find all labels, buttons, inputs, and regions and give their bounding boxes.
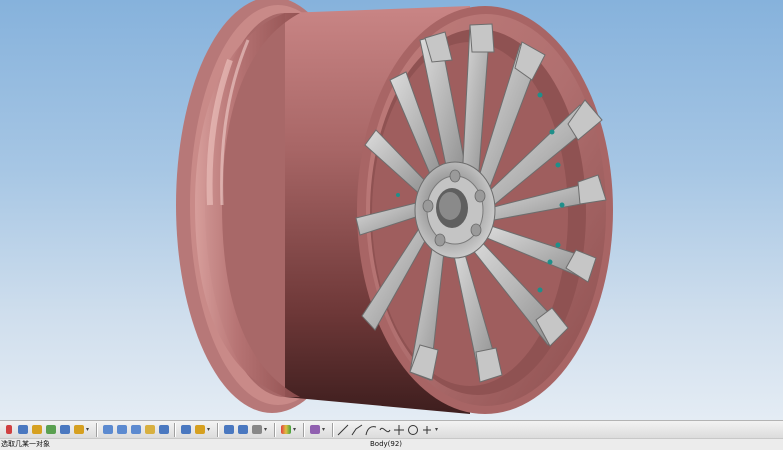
snap-quad-icon[interactable] xyxy=(72,423,85,436)
view-front-icon[interactable] xyxy=(101,423,114,436)
bottom-toolbar: ▾ ▾ ▾ ▾ ▾ ▾ xyxy=(0,420,783,439)
toolbar-separator xyxy=(174,422,176,437)
analysis-dropdown-icon[interactable]: ▾ xyxy=(264,423,269,436)
display-icon[interactable] xyxy=(308,423,321,436)
view-iso-icon[interactable] xyxy=(143,423,156,436)
wireframe-icon[interactable] xyxy=(193,423,206,436)
cad-application-window: ▾ ▾ ▾ ▾ ▾ ▾ 选取几某一对象 Body(92) xyxy=(0,0,783,450)
snap-center-icon[interactable] xyxy=(58,423,71,436)
shaded-icon[interactable] xyxy=(179,423,192,436)
circle-icon[interactable] xyxy=(407,424,419,436)
arc-icon[interactable] xyxy=(365,424,377,436)
view-top-icon[interactable] xyxy=(115,423,128,436)
view-right-icon[interactable] xyxy=(129,423,142,436)
snap-mid-icon[interactable] xyxy=(44,423,57,436)
view-rotate-icon[interactable] xyxy=(157,423,170,436)
plus-icon[interactable] xyxy=(421,424,433,436)
display-dropdown-icon[interactable]: ▾ xyxy=(322,423,327,436)
point-icon[interactable] xyxy=(393,424,405,436)
toolbar-separator xyxy=(274,422,276,437)
snap-end-icon[interactable] xyxy=(30,423,43,436)
analysis-icon[interactable] xyxy=(250,423,263,436)
line-icon[interactable] xyxy=(337,424,349,436)
status-bar: 选取几某一对象 Body(92) xyxy=(0,439,783,450)
wheel-model-render[interactable] xyxy=(0,0,783,420)
polyline-icon[interactable] xyxy=(351,424,363,436)
toolbar-separator xyxy=(303,422,305,437)
color-icon[interactable] xyxy=(236,423,249,436)
wheel-hub xyxy=(414,161,496,259)
layer-icon[interactable] xyxy=(279,423,292,436)
layer-dropdown-icon[interactable]: ▾ xyxy=(293,423,298,436)
spline-icon[interactable] xyxy=(379,424,391,436)
toolbar-separator xyxy=(96,422,98,437)
status-selection: Body(92) xyxy=(370,440,403,448)
snap-point-icon[interactable] xyxy=(16,423,29,436)
toolbar-separator xyxy=(332,422,334,437)
sketch-dropdown-icon[interactable]: ▾ xyxy=(435,423,440,436)
status-prompt: 选取几某一对象 xyxy=(1,440,50,448)
snap-dropdown-icon[interactable]: ▾ xyxy=(86,423,91,436)
toolbar-separator xyxy=(217,422,219,437)
render-dropdown-icon[interactable]: ▾ xyxy=(207,423,212,436)
hidden-line-icon[interactable] xyxy=(222,423,235,436)
select-icon[interactable] xyxy=(2,423,15,436)
graphics-viewport[interactable] xyxy=(0,0,783,420)
